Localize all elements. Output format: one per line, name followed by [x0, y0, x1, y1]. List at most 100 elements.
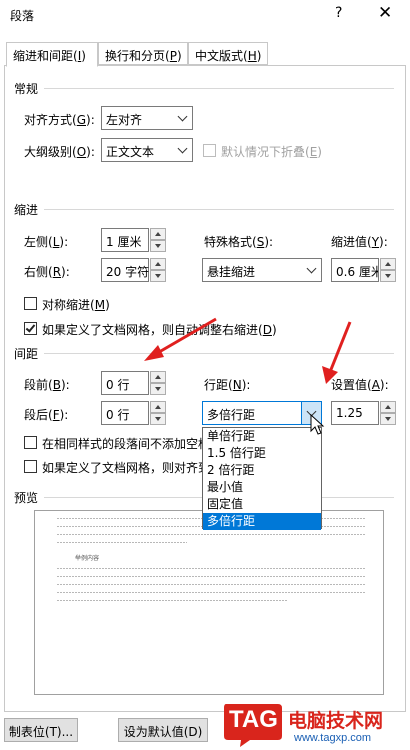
line-spacing-select[interactable]: 多倍行距	[202, 401, 322, 425]
preview-line	[57, 584, 365, 585]
line-spacing-at-value: 1.25	[336, 406, 363, 420]
spin-down-icon[interactable]	[150, 240, 166, 252]
line-option-single[interactable]: 单倍行距	[203, 428, 321, 445]
checkmark-icon	[25, 322, 36, 333]
spacing-before-value: 0 行	[106, 378, 130, 392]
watermark-logo: TAG	[229, 706, 278, 733]
spacing-after-spinner[interactable]	[150, 401, 166, 425]
outline-level-value: 正文文本	[106, 145, 155, 159]
alignment-label: 对齐方式(G):	[24, 113, 95, 127]
preview-line	[57, 534, 365, 535]
red-arrow-icon	[322, 321, 352, 384]
mirror-indent-checkbox[interactable]	[24, 297, 37, 310]
spacing-before-spinner[interactable]	[150, 371, 166, 395]
tab-key: H	[247, 49, 257, 63]
spin-up-icon[interactable]	[380, 401, 396, 413]
spin-up-icon[interactable]	[150, 258, 166, 270]
tab-label: 缩进和间距	[13, 49, 74, 63]
tab-key: I	[77, 49, 82, 63]
tab-label: 换行和分页	[105, 49, 166, 63]
right-indent-label: 右侧(R):	[24, 265, 70, 279]
line-spacing-at-spinner[interactable]	[380, 401, 396, 425]
snap-to-grid-checkbox[interactable]	[24, 460, 37, 473]
spin-down-icon[interactable]	[150, 270, 166, 282]
line-option-multiple[interactable]: 多倍行距	[203, 513, 321, 530]
line-spacing-dropdown: 单倍行距 1.5 倍行距 2 倍行距 最小值 固定值 多倍行距	[202, 427, 322, 530]
divider	[44, 88, 394, 89]
spin-up-icon[interactable]	[380, 258, 396, 270]
section-preview: 预览	[14, 491, 39, 505]
spin-up-icon[interactable]	[150, 401, 166, 413]
tab-line-page-breaks[interactable]: 换行和分页(P)	[98, 42, 188, 65]
left-indent-spinner[interactable]	[150, 228, 166, 252]
no-space-checkbox[interactable]	[24, 436, 37, 449]
right-indent-input[interactable]: 20 字符	[101, 258, 149, 282]
no-space-label: 在相同样式的段落间不添加空格	[42, 437, 211, 451]
line-option-1-5[interactable]: 1.5 倍行距	[203, 445, 321, 462]
preview-line	[57, 568, 365, 569]
mouse-cursor-icon	[310, 414, 325, 435]
snap-to-grid-label: 如果定义了文档网格，则对齐到	[42, 461, 211, 475]
spin-down-icon[interactable]	[150, 383, 166, 395]
tab-indent-spacing[interactable]: 缩进和间距(I)	[6, 42, 98, 67]
mirror-indent-label: 对称缩进(M)	[42, 298, 110, 312]
watermark: TAG 电脑技术网 www.tagxp.com	[220, 700, 408, 748]
spacing-after-label: 段后(F):	[24, 408, 69, 422]
tab-asian-typography[interactable]: 中文版式(H)	[188, 42, 268, 65]
close-button[interactable]: ✕	[378, 3, 392, 23]
line-spacing-label: 行距(N):	[204, 378, 251, 392]
chevron-down-icon[interactable]	[172, 139, 192, 161]
chevron-down-icon[interactable]	[301, 259, 321, 281]
section-general: 常规	[14, 82, 39, 96]
spacing-before-input[interactable]: 0 行	[101, 371, 149, 395]
preview-line	[57, 600, 287, 601]
chevron-down-icon[interactable]	[172, 107, 192, 129]
indent-by-label: 缩进值(Y):	[331, 235, 388, 249]
spacing-after-value: 0 行	[106, 408, 130, 422]
tabs-button[interactable]: 制表位(T)...	[4, 718, 78, 742]
indent-by-spinner[interactable]	[380, 258, 396, 282]
help-button[interactable]: ?	[335, 5, 342, 21]
right-indent-value: 20 字符	[106, 265, 150, 279]
line-spacing-at-input[interactable]: 1.25	[331, 401, 379, 425]
line-option-double[interactable]: 2 倍行距	[203, 462, 321, 479]
line-spacing-value: 多倍行距	[207, 408, 256, 422]
left-indent-label: 左侧(L):	[24, 235, 69, 249]
left-indent-input[interactable]: 1 厘米	[101, 228, 149, 252]
alignment-select[interactable]: 左对齐	[101, 106, 193, 130]
left-indent-value: 1 厘米	[106, 235, 142, 249]
special-format-label: 特殊格式(S):	[204, 235, 274, 249]
indent-by-value: 0.6 厘米	[336, 265, 378, 279]
preview-box: 举例内容	[34, 510, 384, 695]
spacing-before-label: 段前(B):	[24, 378, 70, 392]
auto-adjust-checkbox[interactable]	[24, 322, 37, 335]
tab-key: P	[169, 49, 177, 63]
line-option-at-least[interactable]: 最小值	[203, 479, 321, 496]
red-arrow-icon	[144, 317, 217, 361]
spin-up-icon[interactable]	[150, 371, 166, 383]
watermark-site-name: 电脑技术网	[288, 710, 384, 732]
preview-line	[57, 592, 365, 593]
indent-by-input[interactable]: 0.6 厘米	[331, 258, 379, 282]
window-title: 段落	[10, 9, 35, 23]
title-bar: 段落 ? ✕	[0, 0, 410, 30]
section-indent: 缩进	[14, 203, 39, 217]
outline-level-select[interactable]: 正文文本	[101, 138, 193, 162]
collapse-checkbox[interactable]	[203, 144, 216, 157]
set-default-button[interactable]: 设为默认值(D)	[118, 718, 208, 742]
spin-up-icon[interactable]	[150, 228, 166, 240]
right-indent-spinner[interactable]	[150, 258, 166, 282]
preview-content: 举例内容	[57, 518, 365, 608]
spin-down-icon[interactable]	[380, 270, 396, 282]
line-option-exactly[interactable]: 固定值	[203, 496, 321, 513]
special-format-select[interactable]: 悬挂缩进	[202, 258, 322, 282]
collapse-label: 默认情况下折叠(E)	[221, 145, 322, 159]
tab-label: 中文版式	[195, 49, 244, 63]
spin-down-icon[interactable]	[150, 413, 166, 425]
preview-line	[57, 542, 187, 543]
outline-level-label: 大纲级别(O):	[24, 145, 95, 159]
alignment-value: 左对齐	[106, 113, 143, 127]
preview-sample-text: 举例内容	[75, 555, 100, 562]
spacing-after-input[interactable]: 0 行	[101, 401, 149, 425]
spin-down-icon[interactable]	[380, 413, 396, 425]
